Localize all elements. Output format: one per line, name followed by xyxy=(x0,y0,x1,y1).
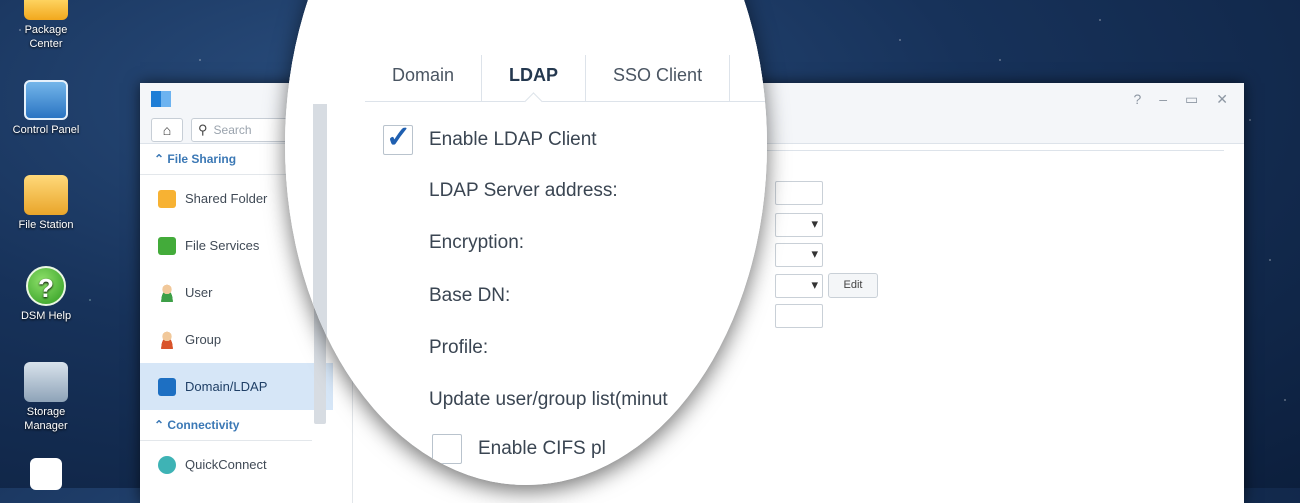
checkmark-icon: ✓ xyxy=(386,121,412,154)
enable-cifs-checkbox[interactable] xyxy=(432,434,462,464)
profile-label: Profile: xyxy=(429,337,489,358)
profile-select[interactable] xyxy=(775,274,823,298)
encryption-label: Encryption: xyxy=(429,232,525,253)
maximize-button[interactable]: ▭ xyxy=(1185,91,1198,108)
enable-cifs-label: Enable CIFS pl xyxy=(478,438,606,459)
base-dn-select[interactable] xyxy=(775,243,823,267)
desktop-icon-label: Package Center xyxy=(24,24,68,50)
collapse-icon: ⌃ xyxy=(154,152,165,166)
help-icon: ? xyxy=(26,266,66,306)
home-icon: ⌂ xyxy=(162,122,172,138)
window-controls: ? – ▭ ✕ xyxy=(1133,91,1228,108)
sidebar-item-label: Domain/LDAP xyxy=(185,379,268,394)
close-button[interactable]: ✕ xyxy=(1216,91,1228,108)
help-button[interactable]: ? xyxy=(1133,91,1141,108)
enable-ldap-client-label: Enable LDAP Client xyxy=(429,129,597,150)
document-icon xyxy=(30,458,62,490)
home-button[interactable]: ⌂ xyxy=(151,118,183,142)
base-dn-label: Base DN: xyxy=(429,285,511,306)
enable-ldap-client-checkbox[interactable]: ✓ xyxy=(383,121,413,155)
tab-sso-client[interactable]: SSO Client xyxy=(586,55,731,101)
encryption-select[interactable] xyxy=(775,213,823,237)
quickconnect-icon xyxy=(158,455,176,474)
sidebar-group-label: Connectivity xyxy=(167,418,240,432)
desktop-icon-control-panel[interactable]: Control Panel xyxy=(0,80,94,137)
magnified-view: Domain LDAP SSO Client ✓ Enable LDAP Cli… xyxy=(285,0,767,485)
enable-ldap-client-row: ✓ Enable LDAP Client xyxy=(383,121,597,155)
desktop-icon-label: Storage Manager xyxy=(24,406,68,432)
tab-domain[interactable]: Domain xyxy=(365,55,483,101)
edit-button[interactable]: Edit xyxy=(828,273,878,298)
magnifier-lens: Domain LDAP SSO Client ✓ Enable LDAP Cli… xyxy=(285,0,767,485)
magnified-scrollbar[interactable] xyxy=(313,104,327,360)
sidebar-item-label: Shared Folder xyxy=(185,191,268,206)
folder-icon xyxy=(24,175,68,215)
sidebar-item-label: Group xyxy=(185,332,222,347)
tab-bar: Domain LDAP SSO Client xyxy=(365,55,767,102)
app-logo-icon xyxy=(151,91,171,107)
collapse-icon: ⌃ xyxy=(154,418,165,432)
group-icon xyxy=(158,330,176,349)
file-services-icon xyxy=(158,236,176,255)
minimize-button[interactable]: – xyxy=(1159,91,1167,108)
tab-ldap[interactable]: LDAP xyxy=(482,55,587,101)
sidebar-group-label: File Sharing xyxy=(167,152,237,166)
update-list-label: Update user/group list(minut xyxy=(429,389,668,410)
update-interval-input[interactable] xyxy=(775,304,823,328)
desktop-icon-file-station[interactable]: File Station xyxy=(0,175,94,232)
sidebar-item-label: File Services xyxy=(185,238,260,253)
ldap-server-address-input[interactable] xyxy=(775,181,823,205)
desktop-icon-label: Control Panel xyxy=(12,124,80,136)
desktop-icon-label: DSM Help xyxy=(20,310,72,322)
control-panel-icon xyxy=(24,80,68,120)
package-center-icon xyxy=(24,0,68,20)
desktop-icon-dsm-help[interactable]: ? DSM Help xyxy=(0,266,94,323)
enable-cifs-row: Enable CIFS pl xyxy=(432,434,606,464)
user-icon xyxy=(158,283,176,302)
desktop-icon-storage-manager[interactable]: Storage Manager xyxy=(0,362,94,433)
desktop-icon-package-center[interactable]: Package Center xyxy=(0,0,94,51)
domain-ldap-icon xyxy=(158,377,176,396)
ldap-server-address-label: LDAP Server address: xyxy=(429,180,618,201)
sidebar-item-label: User xyxy=(185,285,213,300)
desktop-icon-label: File Station xyxy=(18,219,74,231)
storage-manager-icon xyxy=(24,362,68,402)
sidebar-item-label: QuickConnect xyxy=(185,457,267,472)
folder-share-icon xyxy=(158,189,176,208)
search-icon: ⚲ xyxy=(198,122,208,137)
search-placeholder: Search xyxy=(213,123,252,137)
